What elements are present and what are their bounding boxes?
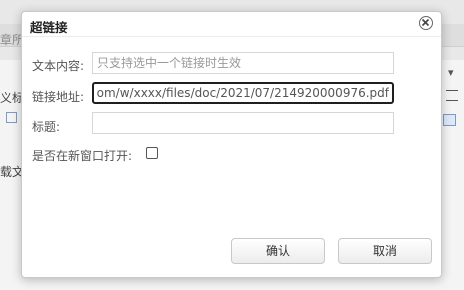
dialog-header: 超链接 — [22, 12, 441, 37]
close-icon[interactable] — [419, 16, 433, 30]
text-content-input[interactable] — [92, 52, 394, 74]
cancel-button[interactable]: 取消 — [338, 238, 432, 264]
link-title-input[interactable] — [92, 112, 394, 134]
dropdown-arrow-icon: ▾ — [448, 66, 454, 79]
text-content-label: 文本内容: — [32, 59, 85, 73]
new-window-label: 是否在新窗口打开: — [32, 149, 133, 163]
dialog-title: 超链接 — [30, 20, 68, 35]
link-url-input[interactable] — [92, 82, 394, 104]
table-icon — [443, 114, 456, 126]
new-window-checkbox[interactable] — [146, 147, 158, 159]
toolbar-icon — [6, 112, 17, 123]
link-title-label: 标题: — [32, 120, 61, 134]
link-url-label: 链接地址: — [32, 90, 85, 104]
confirm-button[interactable]: 确认 — [231, 238, 325, 264]
align-icon — [446, 90, 458, 101]
hyperlink-dialog: 超链接 文本内容: 链接地址: 标题: 是否在新窗口打开: 确认 取消 — [21, 11, 442, 278]
